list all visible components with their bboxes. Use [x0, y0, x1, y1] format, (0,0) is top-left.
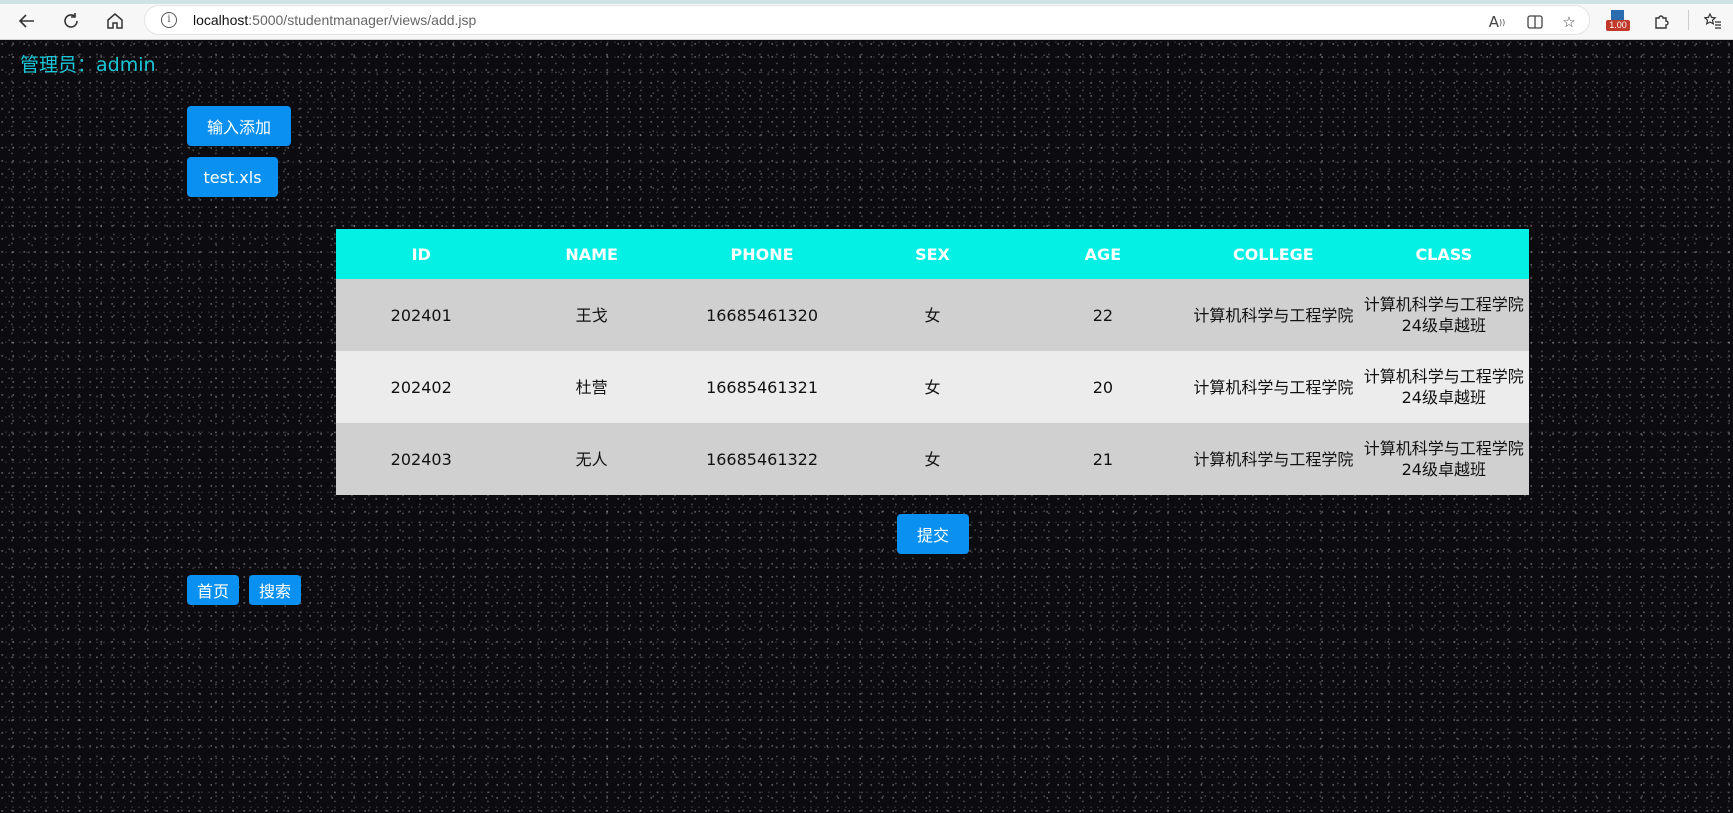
cell-class: 计算机科学与工程学院24级卓越班 [1358, 351, 1529, 423]
column-header-class: CLASS [1358, 229, 1529, 279]
home-button[interactable]: 首页 [187, 575, 239, 605]
toolbar-divider [1688, 10, 1689, 30]
table-row: 202403 无人 16685461322 女 21 计算机科学与工程学院 计算… [336, 423, 1529, 495]
file-test-xls-button[interactable]: test.xls [187, 157, 278, 197]
cell-id: 202403 [336, 423, 507, 495]
column-header-id: ID [336, 229, 507, 279]
favorite-star-icon[interactable]: ☆ [1559, 13, 1579, 31]
extension-flag-icon [1611, 10, 1624, 20]
cell-name: 杜营 [506, 351, 677, 423]
url-path: :5000/studentmanager/views/add.jsp [248, 12, 477, 28]
url-host: localhost [193, 12, 249, 28]
address-bar[interactable]: i localhost:5000/studentmanager/views/ad… [144, 5, 1590, 35]
cell-age: 22 [1017, 279, 1189, 351]
cell-age: 20 [1017, 351, 1189, 423]
site-info-icon[interactable]: i [161, 12, 177, 28]
student-table: ID NAME PHONE SEX AGE COLLEGE CLASS 2024… [336, 229, 1529, 495]
cell-sex: 女 [847, 423, 1018, 495]
input-add-button[interactable]: 输入添加 [187, 106, 291, 146]
column-header-college: COLLEGE [1188, 229, 1359, 279]
cell-phone: 16685461321 [676, 351, 848, 423]
cell-phone: 16685461320 [676, 279, 848, 351]
page-content: 管理员：admin 输入添加 test.xls ID NAME PHONE SE… [0, 40, 1733, 813]
cell-college: 计算机科学与工程学院 [1188, 279, 1359, 351]
cell-sex: 女 [847, 279, 1018, 351]
cell-sex: 女 [847, 351, 1018, 423]
extensions-puzzle-icon[interactable] [1649, 8, 1675, 34]
cell-id: 202401 [336, 279, 507, 351]
submit-button[interactable]: 提交 [897, 514, 969, 554]
search-button[interactable]: 搜索 [249, 575, 301, 605]
cell-class: 计算机科学与工程学院24级卓越班 [1358, 423, 1529, 495]
cell-phone: 16685461322 [676, 423, 848, 495]
url-text[interactable]: localhost:5000/studentmanager/views/add.… [193, 12, 476, 28]
read-aloud-icon[interactable]: A)) [1487, 13, 1507, 31]
extension-badge: 1.00 [1606, 20, 1630, 31]
extension-icon[interactable]: 1.00 [1606, 10, 1630, 32]
refresh-icon[interactable] [58, 8, 84, 34]
back-arrow-icon[interactable] [14, 8, 40, 34]
split-screen-icon[interactable] [1525, 14, 1545, 30]
cell-name: 王戈 [506, 279, 677, 351]
cell-college: 计算机科学与工程学院 [1188, 423, 1359, 495]
admin-label: 管理员：admin [20, 54, 156, 76]
table-header-row: ID NAME PHONE SEX AGE COLLEGE CLASS [336, 229, 1529, 279]
column-header-age: AGE [1017, 229, 1189, 279]
favorites-icon[interactable] [1700, 8, 1726, 34]
home-icon[interactable] [102, 8, 128, 34]
cell-college: 计算机科学与工程学院 [1188, 351, 1359, 423]
tab-strip-edge [0, 0, 1733, 4]
column-header-phone: PHONE [676, 229, 848, 279]
column-header-name: NAME [506, 229, 677, 279]
column-header-sex: SEX [847, 229, 1018, 279]
cell-class: 计算机科学与工程学院24级卓越班 [1358, 279, 1529, 351]
cell-id: 202402 [336, 351, 507, 423]
table-row: 202402 杜营 16685461321 女 20 计算机科学与工程学院 计算… [336, 351, 1529, 423]
cell-name: 无人 [506, 423, 677, 495]
browser-toolbar: i localhost:5000/studentmanager/views/ad… [0, 0, 1733, 40]
cell-age: 21 [1017, 423, 1189, 495]
table-row: 202401 王戈 16685461320 女 22 计算机科学与工程学院 计算… [336, 279, 1529, 351]
